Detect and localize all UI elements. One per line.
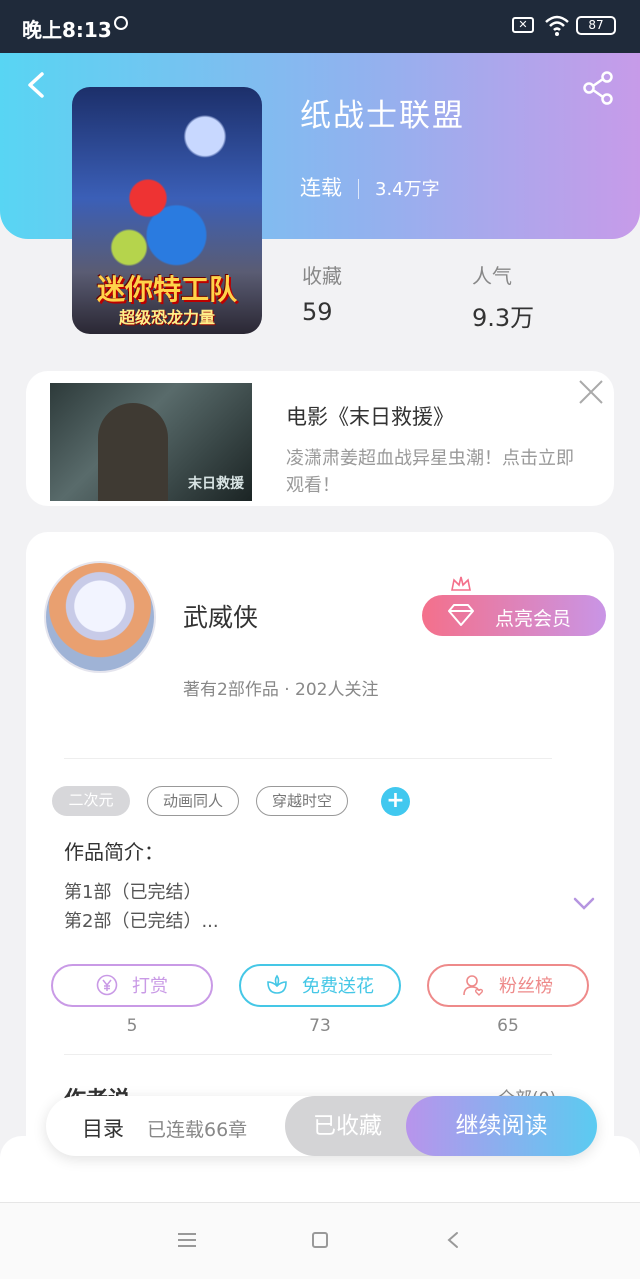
intro-text: 第1部（已完结） 第2部（已完结）... (64, 878, 219, 936)
notification-icon (114, 16, 128, 30)
crown-icon (451, 576, 471, 591)
vip-button[interactable]: 点亮会员 (422, 595, 606, 636)
close-icon[interactable] (578, 379, 604, 405)
share-icon[interactable] (580, 70, 616, 106)
fans-count: 65 (497, 1016, 519, 1036)
favorites-label: 收藏 (302, 264, 342, 288)
popularity-count: 9.3万 (472, 304, 535, 332)
intro-heading: 作品简介： (64, 840, 164, 864)
fans-rank-label: 粉丝榜 (499, 976, 553, 997)
cover-title: 迷你特工队 (96, 273, 237, 306)
tag-item[interactable]: 穿越时空 (256, 786, 348, 816)
vip-label: 点亮会员 (495, 608, 572, 630)
yen-icon (96, 974, 118, 996)
send-flower-label: 免费送花 (302, 976, 374, 997)
menu-icon[interactable] (178, 1233, 196, 1247)
serial-state: 连载 (300, 176, 342, 200)
fans-icon (463, 975, 484, 996)
fans-rank-button[interactable]: 粉丝榜 (427, 964, 589, 1007)
divider (64, 758, 552, 759)
favorites-count: 59 (302, 298, 333, 326)
book-status: 连载 3.4万字 (300, 172, 440, 202)
book-title: 纸战士联盟 (300, 98, 465, 134)
ad-title: 电影《末日救援》 (286, 405, 454, 429)
battery-icon: 87 (576, 16, 616, 35)
author-name[interactable]: 武威侠 (183, 598, 258, 634)
chevron-down-icon[interactable] (572, 896, 596, 912)
tip-button[interactable]: 打赏 (51, 964, 213, 1007)
ad-description: 凌潇肃姜超血战异星虫潮！点击立即观看！ (286, 448, 574, 496)
status-time: 晚上8:13 (22, 18, 112, 42)
wifi-icon (545, 15, 569, 36)
ad-image-text: 末日救援 (188, 476, 244, 492)
status-bar: 晚上8:13 ✕ 87 (0, 0, 640, 53)
system-nav-bar (0, 1202, 640, 1279)
word-count: 3.4万字 (375, 179, 440, 200)
flower-icon (267, 974, 287, 994)
diamond-icon (448, 604, 474, 626)
cover-subtitle: 超级恐龙力量 (118, 308, 215, 327)
avatar[interactable] (44, 561, 156, 673)
flower-count: 73 (309, 1016, 331, 1036)
tag-item[interactable]: 动画同人 (147, 786, 239, 816)
toc-button[interactable]: 目录 (82, 1113, 124, 1143)
sim-off-icon: ✕ (512, 17, 534, 33)
continue-reading-button[interactable]: 继续阅读 (406, 1096, 597, 1156)
tag-item[interactable]: 二次元 (52, 786, 130, 816)
add-tag-button[interactable]: + (381, 787, 410, 816)
bottom-action-bar: 目录 已连载66章 已收藏 继续阅读 (46, 1096, 597, 1156)
tip-count: 5 (126, 1016, 138, 1036)
author-info: 著有2部作品 · 202人关注 (183, 680, 379, 700)
intro-line: 第1部（已完结） (64, 882, 202, 903)
serial-count: 已连载66章 (147, 1119, 248, 1141)
ad-banner[interactable]: 末日救援 电影《末日救援》 凌潇肃姜超血战异星虫潮！点击立即观看！ (26, 371, 614, 506)
back-icon[interactable] (22, 70, 52, 100)
intro-line: 第2部（已完结）... (64, 911, 219, 932)
send-flower-button[interactable]: 免费送花 (239, 964, 401, 1007)
tip-label: 打赏 (132, 976, 168, 997)
nav-back-icon[interactable] (446, 1231, 460, 1249)
book-cover[interactable]: 迷你特工队 超级恐龙力量 (72, 87, 262, 334)
home-icon[interactable] (312, 1232, 328, 1248)
ad-image[interactable]: 末日救援 (50, 383, 252, 501)
popularity-label: 人气 (472, 264, 512, 288)
divider (64, 1054, 552, 1055)
